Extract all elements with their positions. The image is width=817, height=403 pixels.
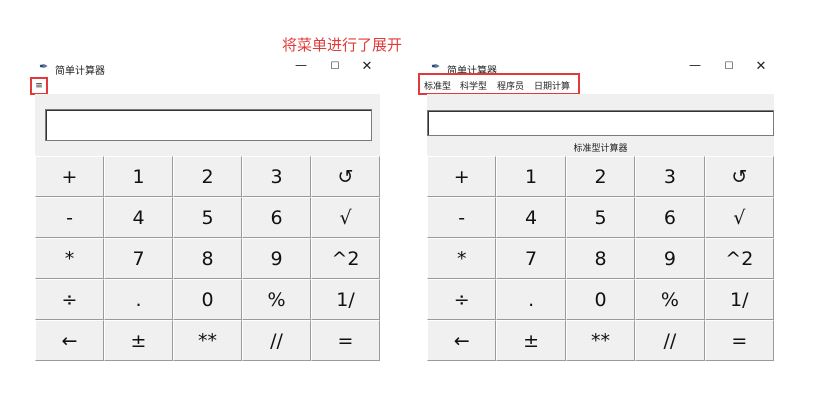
annotation-text: 将菜单进行了展开 xyxy=(282,36,403,54)
feather-icon: ✒ xyxy=(39,60,49,73)
calculator-body: +1 2 3 ↺ -4 5 6 √ * 7 8 9 ^2 ÷. 0% 1/ ← ± **//= xyxy=(35,94,380,361)
key-button[interactable]: ^2 xyxy=(311,238,380,279)
close-button[interactable]: ✕ xyxy=(754,59,768,74)
key-button[interactable]: √ xyxy=(311,197,380,238)
key-button[interactable]: . xyxy=(496,279,566,320)
display-input[interactable] xyxy=(427,110,774,136)
calculator-window-collapsed: ✒ 简单计算器 — ☐ ✕ ≡ +1 2 3 ↺ -4 5 6 √ * 7 8 9 ^2 ÷. 0% 1/ ← ±… xyxy=(30,56,380,361)
key-button[interactable]: ↺ xyxy=(311,156,380,197)
menu-bar: 标准型 科学型 程序员 日期计算 xyxy=(418,73,774,95)
key-button[interactable]: 1 xyxy=(104,156,173,197)
menu-item-date-calc[interactable]: 日期计算 xyxy=(534,79,570,92)
key-button[interactable]: ± xyxy=(496,320,566,361)
key-button[interactable]: 6 xyxy=(242,197,311,238)
key-button[interactable]: . xyxy=(104,279,173,320)
key-button[interactable]: 2 xyxy=(565,156,636,197)
mode-subtitle: 标准型计算器 xyxy=(573,144,628,154)
key-button[interactable]: ** xyxy=(173,320,242,361)
keypad: +1 2 3 ↺ -4 5 6 √ * 7 8 9 ^2 ÷. 0% 1/ ← ± **//= xyxy=(35,156,380,361)
minimize-button[interactable]: — xyxy=(294,58,308,72)
maximize-button[interactable]: ☐ xyxy=(328,61,342,72)
calculator-body: 标准型计算器 +1 2 3 ↺ -4 5 6 √ * 7 8 9 ^2 ÷. 0% 1/ ← ± **//= xyxy=(427,94,774,361)
key-button[interactable]: - xyxy=(35,197,104,238)
key-button[interactable]: 3 xyxy=(242,156,311,197)
menu-bar: ≡ xyxy=(30,77,380,95)
key-button[interactable]: ← xyxy=(427,320,497,361)
key-button[interactable]: 0 xyxy=(173,279,242,320)
keypad: +1 2 3 ↺ -4 5 6 √ * 7 8 9 ^2 ÷. 0% 1/ ← ± **//= xyxy=(427,156,774,361)
key-button[interactable]: 7 xyxy=(104,238,173,279)
key-button[interactable]: = xyxy=(704,320,774,361)
key-button[interactable]: % xyxy=(635,279,705,320)
close-button[interactable]: ✕ xyxy=(360,59,374,74)
maximize-button[interactable]: ☐ xyxy=(722,61,736,72)
key-button[interactable]: % xyxy=(242,279,311,320)
menu-item-programmer[interactable]: 程序员 xyxy=(497,79,524,92)
menu-toggle-button[interactable]: ≡ xyxy=(30,77,48,95)
key-button[interactable]: + xyxy=(427,156,497,197)
key-button[interactable]: 0 xyxy=(565,279,636,320)
calculator-window-expanded: ✒ 简单计算器 — ☐ ✕ 标准型 科学型 程序员 日期计算 标准型计算器 +1… xyxy=(418,56,774,361)
feather-icon: ✒ xyxy=(431,60,441,73)
menu-highlight-box: 标准型 科学型 程序员 日期计算 xyxy=(418,73,580,95)
key-button[interactable]: 3 xyxy=(635,156,705,197)
key-button[interactable]: √ xyxy=(704,197,774,238)
key-button[interactable]: ÷ xyxy=(35,279,104,320)
key-button[interactable]: // xyxy=(635,320,705,361)
key-button[interactable]: - xyxy=(427,197,497,238)
menu-item-standard[interactable]: 标准型 xyxy=(424,79,451,92)
key-button[interactable]: 1/ xyxy=(704,279,774,320)
key-button[interactable]: ↺ xyxy=(704,156,774,197)
key-button[interactable]: 5 xyxy=(173,197,242,238)
key-button[interactable]: 2 xyxy=(173,156,242,197)
key-button[interactable]: 5 xyxy=(565,197,636,238)
window-title: 简单计算器 xyxy=(55,66,105,77)
key-button[interactable]: 8 xyxy=(173,238,242,279)
key-button[interactable]: ÷ xyxy=(427,279,497,320)
key-button[interactable]: 7 xyxy=(496,238,566,279)
key-button[interactable]: 4 xyxy=(104,197,173,238)
minimize-button[interactable]: — xyxy=(688,58,702,72)
key-button[interactable]: * xyxy=(35,238,104,279)
key-button[interactable]: 1 xyxy=(496,156,566,197)
key-button[interactable]: 9 xyxy=(242,238,311,279)
menu-item-scientific[interactable]: 科学型 xyxy=(460,79,487,92)
key-button[interactable]: * xyxy=(427,238,497,279)
display-input[interactable] xyxy=(45,109,372,141)
key-button[interactable]: 6 xyxy=(635,197,705,238)
key-button[interactable]: // xyxy=(242,320,311,361)
key-button[interactable]: 1/ xyxy=(311,279,380,320)
key-button[interactable]: ^2 xyxy=(704,238,774,279)
key-button[interactable]: ** xyxy=(565,320,636,361)
key-button[interactable]: 4 xyxy=(496,197,566,238)
key-button[interactable]: ← xyxy=(35,320,104,361)
key-button[interactable]: + xyxy=(35,156,104,197)
key-button[interactable]: = xyxy=(311,320,380,361)
key-button[interactable]: 9 xyxy=(635,238,705,279)
key-button[interactable]: 8 xyxy=(565,238,636,279)
key-button[interactable]: ± xyxy=(104,320,173,361)
title-bar[interactable]: ✒ 简单计算器 — ☐ ✕ xyxy=(35,56,380,80)
